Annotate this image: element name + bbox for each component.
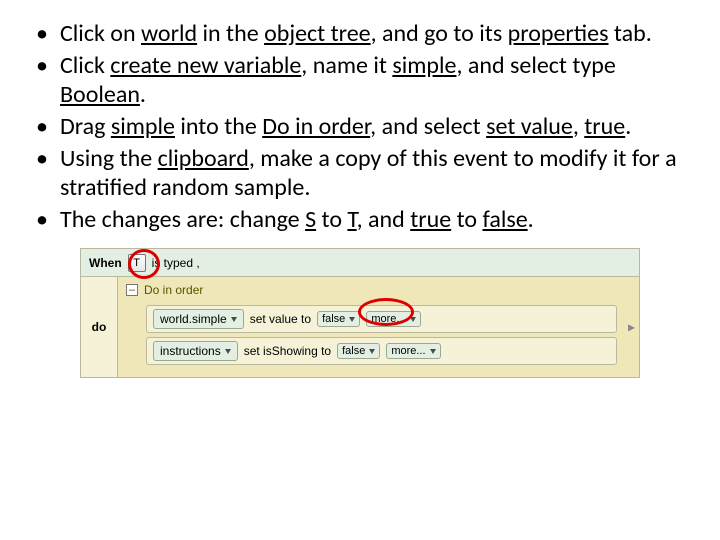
key-tile[interactable]: T [128, 254, 146, 272]
text: S [305, 205, 316, 234]
statement-row[interactable]: world.simple set value to false more... [146, 305, 617, 333]
text: into the [175, 112, 262, 141]
do-label: do [81, 277, 117, 377]
text: , and select [370, 112, 486, 141]
bullet-item: The changes are: change S to T, and true… [30, 206, 690, 234]
bullet-list: Click on world in the object tree, and g… [30, 20, 690, 234]
text: , and select type [456, 51, 615, 80]
more-tile[interactable]: more... [366, 311, 420, 327]
text: simple [111, 112, 175, 141]
collapse-icon[interactable]: – [126, 284, 138, 296]
text: set value [486, 112, 573, 141]
chevron-down-icon [430, 349, 436, 354]
text: true [410, 205, 451, 234]
tile-label: false [322, 313, 345, 325]
verb-label: set isShowing to [244, 344, 331, 358]
is-typed-label: is typed , [152, 256, 200, 270]
text: to [316, 205, 347, 234]
chevron-down-icon [231, 317, 237, 322]
text: Drag [60, 112, 111, 141]
tile-label: instructions [160, 344, 221, 358]
do-body: – Do in order world.simple set value to … [117, 277, 639, 377]
text: , and [357, 205, 411, 234]
text: clipboard [158, 144, 249, 173]
chevron-down-icon [225, 349, 231, 354]
scroll-arrow-icon[interactable]: ▸ [628, 319, 635, 336]
text: true [584, 112, 625, 141]
text: Using the [60, 144, 158, 173]
value-tile[interactable]: false [337, 343, 380, 359]
text: to [451, 205, 482, 234]
text: T [347, 205, 356, 234]
chevron-down-icon [349, 317, 355, 322]
tile-label: more... [391, 345, 425, 357]
text: properties [508, 19, 609, 48]
text: The changes are: change [60, 205, 305, 234]
tile-label: more... [371, 313, 405, 325]
alice-editor: When T is typed , do – Do in order world… [80, 248, 640, 378]
do-in-order-label: Do in order [144, 283, 203, 297]
tile-label: world.simple [160, 312, 227, 326]
chevron-down-icon [410, 317, 416, 322]
text: world [141, 19, 197, 48]
verb-label: set value to [250, 312, 311, 326]
text: . [140, 80, 146, 109]
text: , name it [301, 51, 392, 80]
event-header: When T is typed , [81, 249, 639, 277]
text: . [625, 112, 631, 141]
text: Do in order [262, 112, 370, 141]
text: false [482, 205, 527, 234]
bullet-item: Click on world in the object tree, and g… [30, 20, 690, 48]
bullet-item: Drag simple into the Do in order, and se… [30, 113, 690, 141]
object-tile[interactable]: instructions [153, 341, 238, 361]
text: object tree [264, 19, 371, 48]
bullet-item: Click create new variable, name it simpl… [30, 52, 690, 109]
text: Click on [60, 19, 141, 48]
key-label: T [133, 257, 140, 269]
text: create new variable [110, 51, 301, 80]
bullet-item: Using the clipboard, make a copy of this… [30, 145, 690, 202]
when-label: When [89, 256, 122, 270]
text: Click [60, 51, 110, 80]
more-tile[interactable]: more... [386, 343, 440, 359]
do-in-order-header[interactable]: – Do in order [124, 281, 617, 301]
text: , and go to its [371, 19, 508, 48]
statement-row[interactable]: instructions set isShowing to false more… [146, 337, 617, 365]
text: , [573, 112, 584, 141]
text: in the [197, 19, 264, 48]
object-tile[interactable]: world.simple [153, 309, 244, 329]
tile-label: false [342, 345, 365, 357]
text: Boolean [60, 80, 140, 109]
value-tile[interactable]: false [317, 311, 360, 327]
text: simple [392, 51, 456, 80]
text: tab. [609, 19, 652, 48]
text: . [528, 205, 534, 234]
chevron-down-icon [369, 349, 375, 354]
